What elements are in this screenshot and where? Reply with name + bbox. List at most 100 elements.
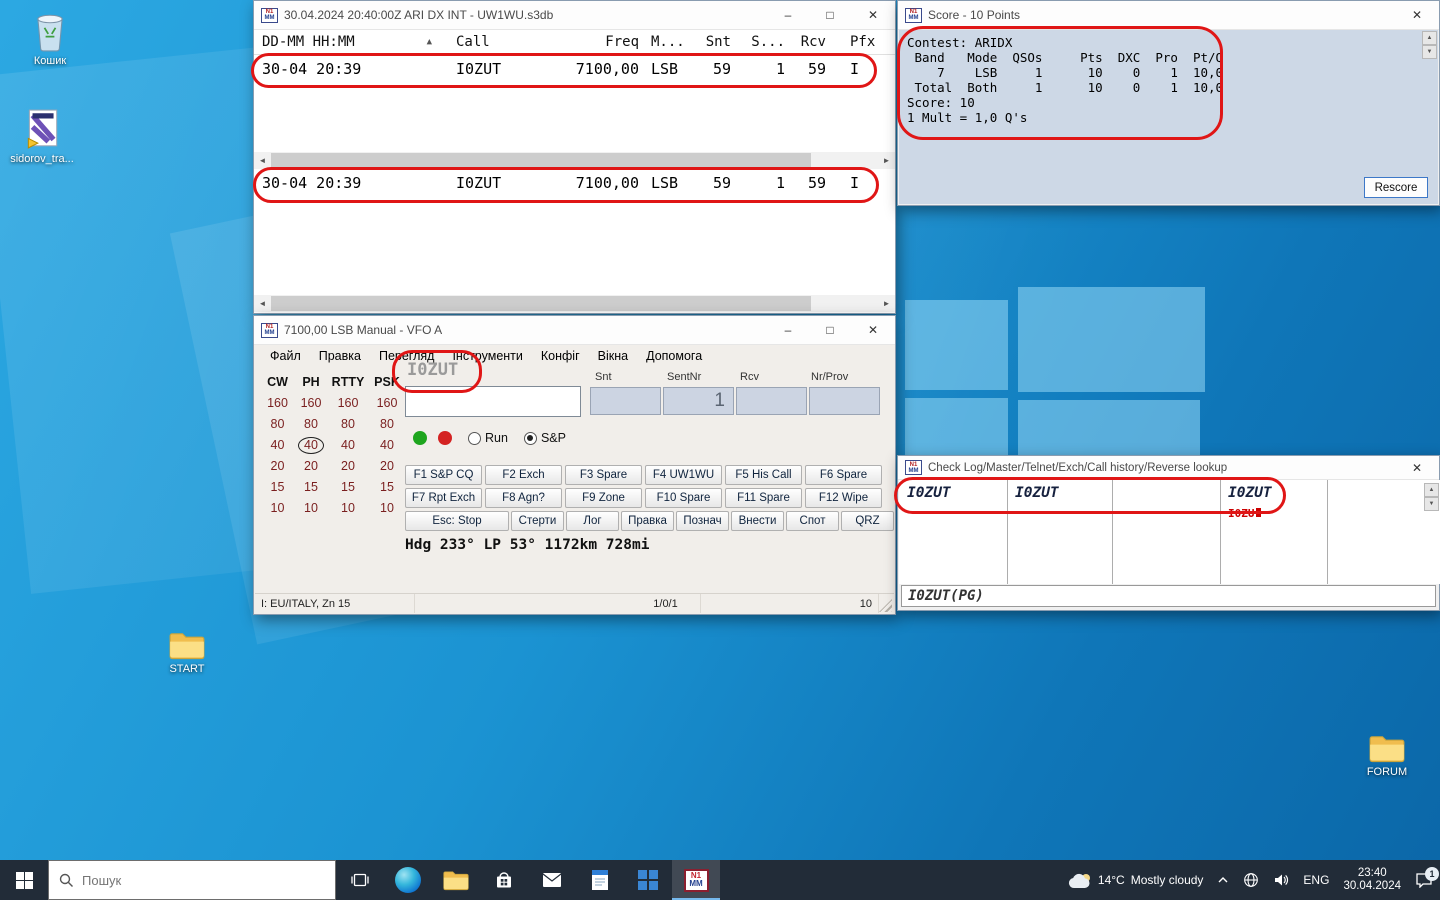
band-cell-40-psk[interactable]: 40 (368, 438, 406, 452)
forum-folder-icon[interactable]: FORUM (1347, 733, 1427, 778)
f2-button[interactable]: F2 Exch (485, 465, 562, 485)
band-cell-40-rtty[interactable]: 40 (328, 438, 368, 452)
scroll-right-icon[interactable]: ► (878, 152, 895, 169)
band-cell-80-rtty[interactable]: 80 (328, 417, 368, 431)
f1-button[interactable]: F1 S&P CQ (405, 465, 482, 485)
scroll-left-icon[interactable]: ◄ (254, 152, 271, 169)
task-view-button[interactable] (336, 860, 384, 900)
check-log-entry[interactable]: I0ZUT (907, 485, 951, 501)
band-cell-20-ph[interactable]: 20 (294, 459, 328, 473)
band-cell-20-rtty[interactable]: 20 (328, 459, 368, 473)
edit-button[interactable]: Правка (621, 511, 674, 531)
scroll-right-icon[interactable]: ► (878, 295, 895, 312)
run-radio[interactable] (468, 432, 481, 445)
band-cell-10-cw[interactable]: 10 (261, 501, 294, 515)
f3-button[interactable]: F3 Spare (565, 465, 642, 485)
band-cell-80-cw[interactable]: 80 (261, 417, 294, 431)
weather-widget[interactable]: 14°C Mostly cloudy (1061, 860, 1211, 900)
band-cell-80-ph[interactable]: 80 (294, 417, 328, 431)
menu-edit[interactable]: Правка (310, 349, 370, 363)
f12-button[interactable]: F12 Wipe (805, 488, 882, 508)
score-window-titlebar[interactable]: N1MM Score - 10 Points ✕ (898, 1, 1439, 30)
band-cell-80-psk[interactable]: 80 (368, 417, 406, 431)
minimize-button[interactable]: – (767, 316, 809, 344)
menu-config[interactable]: Конфіг (532, 349, 589, 363)
search-input[interactable] (82, 873, 302, 888)
menu-help[interactable]: Допомога (637, 349, 711, 363)
n1mm-taskbar-button[interactable]: N1MM (672, 860, 720, 900)
recycle-bin-icon[interactable]: Кошик (10, 8, 90, 67)
clock[interactable]: 23:40 30.04.2024 (1336, 860, 1408, 900)
scroll-left-icon[interactable]: ◄ (254, 295, 271, 312)
spin-down-icon[interactable]: ▼ (1422, 45, 1437, 59)
start-button[interactable] (0, 860, 48, 900)
spin-up-icon[interactable]: ▲ (1424, 483, 1439, 497)
f11-button[interactable]: F11 Spare (725, 488, 802, 508)
entry-window-titlebar[interactable]: N1MM 7100,00 LSB Manual - VFO A – □ ✕ (254, 316, 895, 345)
f8-button[interactable]: F8 Agn? (485, 488, 562, 508)
scrollbar-thumb[interactable] (271, 153, 811, 168)
band-cell-10-psk[interactable]: 10 (368, 501, 406, 515)
band-cell-10-rtty[interactable]: 10 (328, 501, 368, 515)
taskbar-search[interactable] (48, 860, 336, 900)
band-cell-40-ph-selected[interactable]: 40 (294, 438, 328, 452)
col-call[interactable]: Call (442, 30, 569, 54)
band-cell-15-ph[interactable]: 15 (294, 480, 328, 494)
qrz-button[interactable]: QRZ (841, 511, 894, 531)
spin-up-icon[interactable]: ▲ (1422, 31, 1437, 45)
language-indicator[interactable]: ENG (1296, 860, 1336, 900)
network-button[interactable] (1236, 860, 1266, 900)
band-cell-20-cw[interactable]: 20 (261, 459, 294, 473)
mail-button[interactable] (528, 860, 576, 900)
log-row[interactable]: 30-04 20:39 I0ZUT 7100,00 LSB 59 1 59 I (254, 55, 895, 82)
col-rcv[interactable]: Rcv (785, 30, 826, 54)
grid-app-button[interactable] (624, 860, 672, 900)
resize-grip[interactable] (879, 599, 892, 612)
minimize-button[interactable]: – (767, 1, 809, 29)
check-window-titlebar[interactable]: N1MM Check Log/Master/Telnet/Exch/Call h… (898, 456, 1439, 480)
band-cell-15-cw[interactable]: 15 (261, 480, 294, 494)
log-button[interactable]: Лог (566, 511, 619, 531)
action-center-button[interactable]: 1 (1408, 860, 1440, 900)
wipe-button[interactable]: Стерти (511, 511, 564, 531)
band-cell-160-rtty[interactable]: 160 (328, 396, 368, 410)
horizontal-scrollbar[interactable]: ◄ ► (254, 152, 895, 169)
col-sentnr[interactable]: S... (731, 30, 785, 54)
col-freq[interactable]: Freq (569, 30, 639, 54)
tray-overflow-button[interactable] (1210, 860, 1236, 900)
volume-button[interactable] (1266, 860, 1296, 900)
band-cell-20-psk[interactable]: 20 (368, 459, 406, 473)
store-button[interactable] (480, 860, 528, 900)
file-explorer-button[interactable] (432, 860, 480, 900)
maximize-button[interactable]: □ (809, 1, 851, 29)
col-mode[interactable]: M... (639, 30, 695, 54)
band-cell-15-rtty[interactable]: 15 (328, 480, 368, 494)
sentnr-field[interactable]: 1 (663, 387, 734, 415)
band-cell-160-ph[interactable]: 160 (294, 396, 328, 410)
col-snt[interactable]: Snt (695, 30, 731, 54)
check-history-entry[interactable]: I0ZUT (1228, 485, 1272, 501)
f10-button[interactable]: F10 Spare (645, 488, 722, 508)
f5-button[interactable]: F5 His Call (725, 465, 802, 485)
band-cell-10-ph[interactable]: 10 (294, 501, 328, 515)
snt-field[interactable] (590, 387, 661, 415)
close-button[interactable]: ✕ (851, 1, 895, 29)
nrprov-field[interactable] (809, 387, 880, 415)
log-window-titlebar[interactable]: N1MM 30.04.2024 20:40:00Z ARI DX INT - U… (254, 1, 895, 30)
sp-radio[interactable] (524, 432, 537, 445)
f4-button[interactable]: F4 UW1WU (645, 465, 722, 485)
rcv-field[interactable] (736, 387, 807, 415)
f9-button[interactable]: F9 Zone (565, 488, 642, 508)
horizontal-scrollbar[interactable]: ◄ ► (254, 295, 895, 312)
esc-stop-button[interactable]: Esc: Stop (405, 511, 509, 531)
band-cell-160-cw[interactable]: 160 (261, 396, 294, 410)
start-folder-icon[interactable]: START (147, 630, 227, 675)
close-button[interactable]: ✕ (1395, 1, 1439, 29)
f6-button[interactable]: F6 Spare (805, 465, 882, 485)
f7-button[interactable]: F7 Rpt Exch (405, 488, 482, 508)
check-master-entry[interactable]: I0ZUT (1015, 485, 1059, 501)
spin-down-icon[interactable]: ▼ (1424, 497, 1439, 511)
log-row[interactable]: 30-04 20:39 I0ZUT 7100,00 LSB 59 1 59 I (254, 169, 895, 196)
close-button[interactable]: ✕ (851, 316, 895, 344)
maximize-button[interactable]: □ (809, 316, 851, 344)
